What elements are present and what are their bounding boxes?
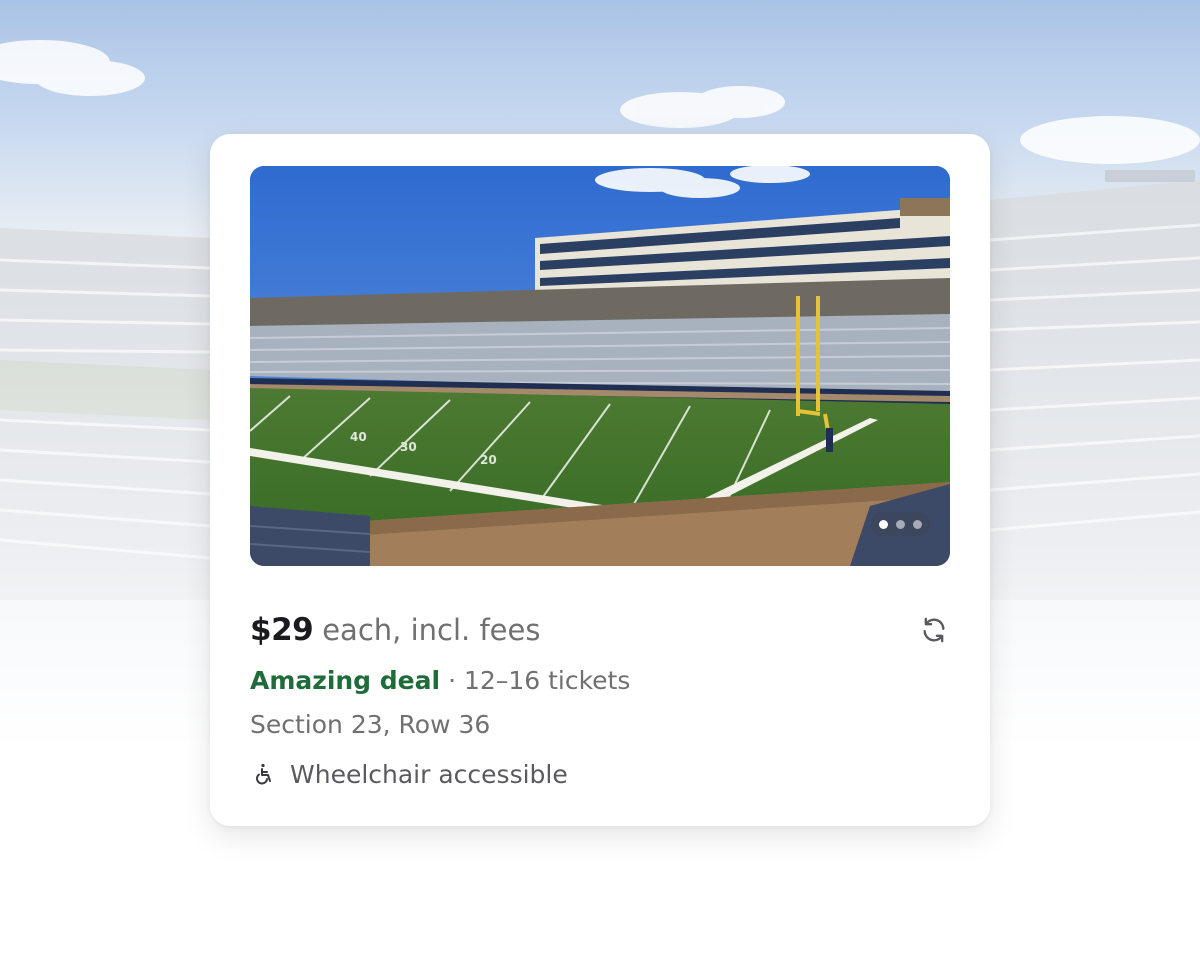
deal-row: Amazing deal · 12–16 tickets: [250, 662, 630, 698]
seat-location: Section 23, Row 36: [250, 709, 491, 739]
ticket-range: 12–16 tickets: [464, 665, 631, 695]
carousel-dot-2[interactable]: [896, 519, 905, 529]
deal-label: Amazing deal: [250, 665, 441, 695]
price-row: $29 each, incl. fees: [250, 608, 950, 652]
refresh-button[interactable]: [914, 610, 954, 650]
carousel-dots[interactable]: [871, 512, 930, 536]
wheelchair-icon: [250, 760, 278, 788]
ticket-listing-card[interactable]: 40 30 20 $29 each, incl. fees Amazing de…: [210, 134, 990, 826]
accessibility-feature: Wheelchair accessible: [250, 756, 568, 792]
refresh-icon: [923, 617, 945, 643]
svg-text:20: 20: [480, 453, 497, 467]
price: $29: [250, 612, 314, 648]
carousel-dot-1[interactable]: [879, 519, 888, 529]
carousel-dot-3[interactable]: [913, 519, 922, 529]
seat-view-photo[interactable]: 40 30 20: [250, 166, 950, 566]
feature-label: Wheelchair accessible: [290, 759, 568, 789]
svg-text:40: 40: [350, 430, 367, 444]
svg-text:30: 30: [400, 440, 417, 454]
separator: ·: [448, 665, 457, 695]
price-suffix: each, incl. fees: [322, 613, 541, 647]
